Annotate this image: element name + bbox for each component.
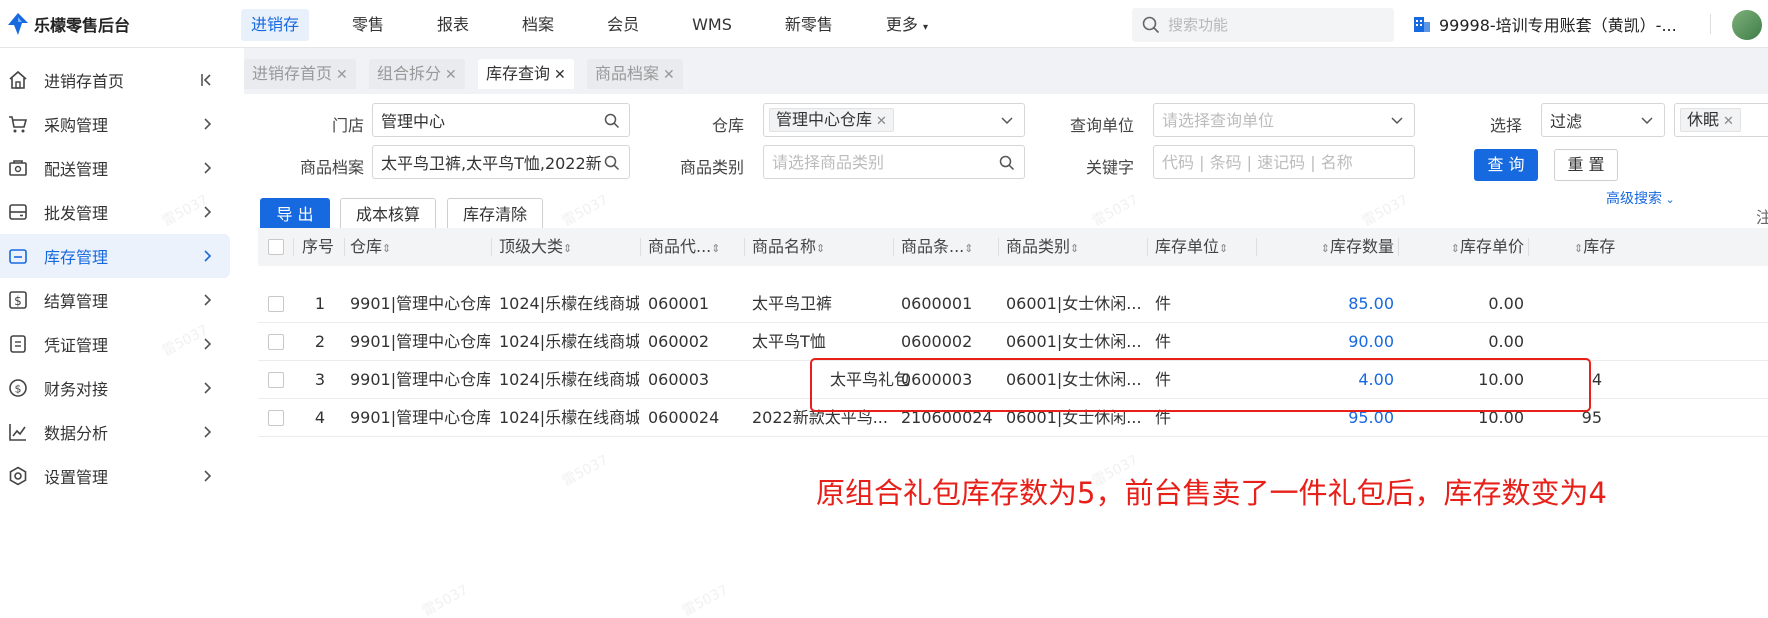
cell-warehouse: 9901|管理中心仓库	[350, 332, 490, 351]
table-body: 1 9901|管理中心仓库 1024|乐檬在线商城 060001 太平鸟卫裤 0…	[244, 0, 1768, 618]
chevron-right-icon	[204, 162, 212, 174]
cell-product-code: 060002	[648, 332, 710, 351]
cell-product-name: 太平鸟卫裤	[752, 294, 833, 313]
cell-top-category: 1024|乐檬在线商城	[499, 294, 639, 313]
logo-icon	[8, 13, 28, 35]
sidebar-item-purchase[interactable]: 采购管理	[0, 102, 230, 146]
cell-top-category: 1024|乐檬在线商城	[499, 408, 639, 427]
sidebar-item-label: 配送管理	[44, 160, 109, 179]
cell-index: 2	[314, 332, 326, 351]
inventory-icon	[9, 249, 27, 264]
table-row[interactable]: 2 9901|管理中心仓库 1024|乐檬在线商城 060002 太平鸟T恤 0…	[258, 323, 1768, 361]
highlight-box	[810, 358, 1591, 412]
cell-stock-amount	[1548, 323, 1602, 361]
chevron-right-icon	[204, 206, 212, 218]
sidebar-item-inventory-home[interactable]: 进销存首页	[0, 58, 230, 102]
cell-category: 06001|女士休闲...	[1006, 332, 1142, 351]
sidebar-item-label: 采购管理	[44, 116, 109, 135]
row-checkbox[interactable]	[268, 296, 284, 312]
sidebar-item-label: 库存管理	[44, 248, 109, 267]
cell-quantity[interactable]: 90.00	[1298, 323, 1394, 361]
sidebar-item-label: 结算管理	[44, 292, 109, 311]
chevron-right-icon	[204, 382, 212, 394]
sidebar-item-settings[interactable]: 设置管理	[0, 454, 230, 498]
app-window: 乐檬零售后台 进销存 零售 报表 档案 会员 WMS 新零售 更多 ▾ 搜索功能…	[0, 0, 1768, 618]
sidebar: 进销存首页 采购管理 配送管理 批发管理 库存管理 $ 结算管理 凭证管理 $ …	[0, 48, 244, 618]
cart-icon	[9, 116, 28, 133]
cell-product-name: 太平鸟T恤	[752, 332, 826, 351]
chevron-right-icon	[204, 250, 212, 262]
home-icon	[9, 70, 27, 89]
cell-unit-price: 0.00	[1488, 294, 1524, 313]
svg-text:$: $	[15, 383, 22, 396]
svg-text:$: $	[14, 294, 22, 308]
sidebar-item-delivery[interactable]: 配送管理	[0, 146, 230, 190]
cell-index: 4	[314, 408, 326, 427]
chevron-right-icon	[204, 118, 212, 130]
wholesale-icon	[9, 204, 27, 220]
cell-index: 3	[314, 370, 326, 389]
cell-product-code: 060003	[648, 370, 710, 389]
cell-warehouse: 9901|管理中心仓库	[350, 370, 490, 389]
cell-warehouse: 9901|管理中心仓库	[350, 294, 490, 313]
sidebar-item-label: 设置管理	[44, 468, 109, 487]
cell-barcode: 0600002	[901, 332, 973, 351]
sidebar-item-label: 凭证管理	[44, 336, 109, 355]
annotation-text: 原组合礼包库存数为5，前台售卖了一件礼包后，库存数变为4	[816, 476, 1607, 510]
sidebar-item-settlement[interactable]: $ 结算管理	[0, 278, 230, 322]
sidebar-item-label: 财务对接	[44, 380, 109, 399]
chevron-right-icon	[204, 470, 212, 482]
row-checkbox[interactable]	[268, 372, 284, 388]
chevron-right-icon	[204, 338, 212, 350]
table-row[interactable]: 1 9901|管理中心仓库 1024|乐檬在线商城 060001 太平鸟卫裤 0…	[258, 285, 1768, 323]
sidebar-item-wholesale[interactable]: 批发管理	[0, 190, 230, 234]
chart-icon	[9, 424, 26, 441]
cell-stock-amount	[1548, 285, 1602, 323]
cell-unit: 件	[1155, 294, 1172, 313]
row-checkbox[interactable]	[268, 410, 284, 426]
row-checkbox[interactable]	[268, 334, 284, 350]
delivery-icon	[9, 160, 27, 176]
voucher-icon	[10, 335, 26, 353]
sidebar-item-label: 数据分析	[44, 424, 109, 443]
sidebar-item-voucher[interactable]: 凭证管理	[0, 322, 230, 366]
cell-product-code: 060001	[648, 294, 710, 313]
cell-quantity[interactable]: 85.00	[1298, 285, 1394, 323]
cell-unit-price: 0.00	[1488, 332, 1524, 351]
cell-unit: 件	[1155, 332, 1172, 351]
cell-top-category: 1024|乐檬在线商城	[499, 370, 639, 389]
settlement-icon: $	[9, 291, 27, 309]
cell-barcode: 0600001	[901, 294, 973, 313]
cell-top-category: 1024|乐檬在线商城	[499, 332, 639, 351]
cell-product-code: 0600024	[648, 408, 720, 427]
cell-warehouse: 9901|管理中心仓库	[350, 408, 490, 427]
collapse-sidebar-icon[interactable]	[199, 72, 215, 88]
cell-index: 1	[314, 294, 326, 313]
sidebar-item-label: 进销存首页	[44, 72, 125, 91]
finance-icon: $	[9, 379, 27, 397]
chevron-right-icon	[204, 294, 212, 306]
sidebar-item-label: 批发管理	[44, 204, 109, 223]
sidebar-item-inventory[interactable]: 库存管理	[0, 234, 230, 278]
cell-category: 06001|女士休闲...	[1006, 294, 1142, 313]
settings-icon	[9, 466, 27, 486]
app-logo[interactable]: 乐檬零售后台	[8, 12, 130, 36]
chevron-right-icon	[204, 426, 212, 438]
sidebar-item-analytics[interactable]: 数据分析	[0, 410, 230, 454]
app-title: 乐檬零售后台	[34, 16, 131, 35]
sidebar-item-finance[interactable]: $ 财务对接	[0, 366, 230, 410]
